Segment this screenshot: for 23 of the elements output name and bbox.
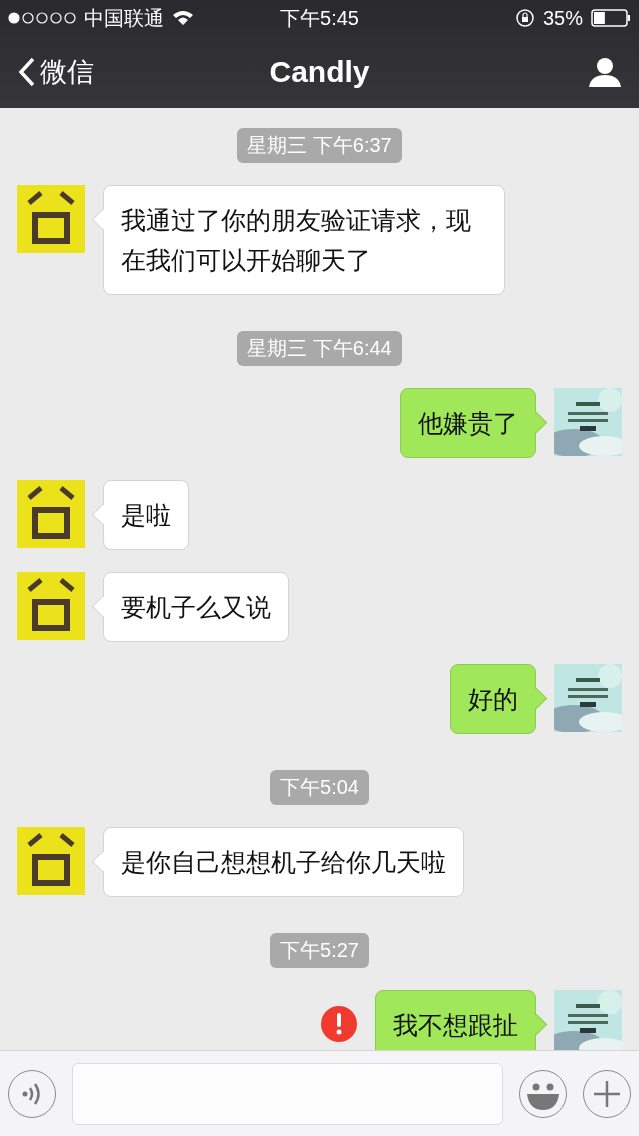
carrier-name: 中国联通 [84, 5, 164, 31]
battery-icon [591, 9, 631, 27]
clock: 下午5:45 [280, 5, 359, 31]
timestamp: 下午5:27 [270, 933, 369, 968]
back-button[interactable]: 微信 [18, 54, 270, 90]
timestamp: 星期三 下午6:37 [237, 128, 402, 163]
rotation-lock-icon [514, 8, 535, 28]
avatar-icon[interactable] [17, 827, 85, 895]
message-input[interactable] [72, 1062, 503, 1125]
sound-wave-icon [22, 1082, 42, 1105]
avatar-icon[interactable] [17, 480, 85, 548]
send-failed-icon[interactable] [321, 1006, 357, 1042]
wifi-icon [172, 10, 194, 26]
avatar-icon[interactable] [17, 185, 85, 253]
timestamp: 下午5:04 [270, 770, 369, 805]
avatar-icon[interactable] [17, 572, 85, 640]
profile-icon[interactable] [589, 57, 621, 87]
plus-icon [592, 1078, 622, 1109]
timestamp: 星期三 下午6:44 [237, 331, 402, 366]
battery-percent: 35% [542, 6, 583, 30]
signal-icon [8, 12, 76, 24]
chat-title: Candly [269, 55, 370, 89]
chevron-left-icon [18, 57, 36, 87]
